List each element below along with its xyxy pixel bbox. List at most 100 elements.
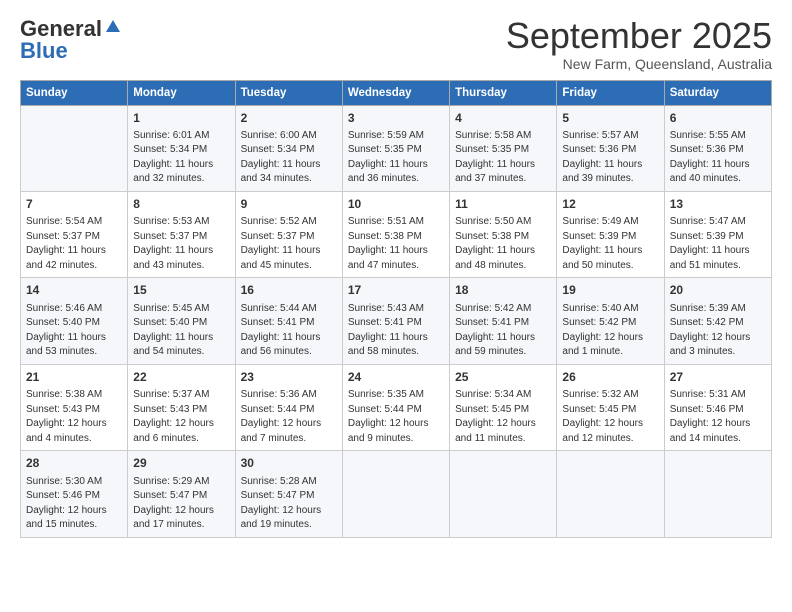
- calendar-cell: [450, 451, 557, 537]
- logo: General Blue: [20, 16, 122, 64]
- calendar-cell: 26 Sunrise: 5:32 AMSunset: 5:45 PMDayligh…: [557, 364, 664, 450]
- calendar-week-row: 7 Sunrise: 5:54 AMSunset: 5:37 PMDaylight…: [21, 191, 772, 277]
- calendar-cell: 1Sunrise: 6:01 AMSunset: 5:34 PMDaylight…: [128, 105, 235, 191]
- calendar-cell: 6 Sunrise: 5:55 AMSunset: 5:36 PMDaylight…: [664, 105, 771, 191]
- cell-content: Sunrise: 5:31 AMSunset: 5:46 PMDaylight:…: [670, 388, 766, 446]
- day-number: 20: [670, 282, 766, 299]
- cell-content: Sunrise: 5:55 AMSunset: 5:36 PMDaylight:…: [670, 129, 766, 187]
- calendar-cell: 30 Sunrise: 5:28 AMSunset: 5:47 PMDayligh…: [235, 451, 342, 537]
- calendar-week-row: 14 Sunrise: 5:46 AMSunset: 5:40 PMDayligh…: [21, 278, 772, 364]
- day-number: 14: [26, 282, 122, 299]
- day-of-week-header: Monday: [128, 80, 235, 105]
- cell-content: Sunrise: 5:40 AMSunset: 5:42 PMDaylight:…: [562, 302, 658, 360]
- day-number: 22: [133, 369, 229, 386]
- cell-content: Sunrise: 5:36 AMSunset: 5:44 PMDaylight:…: [241, 388, 337, 446]
- calendar-cell: 16Sunrise: 5:44 AMSunset: 5:41 PMDayligh…: [235, 278, 342, 364]
- cell-content: Sunrise: 5:46 AMSunset: 5:40 PMDaylight:…: [26, 302, 122, 360]
- month-title: September 2025: [506, 16, 772, 56]
- day-number: 2: [241, 110, 337, 127]
- cell-content: Sunrise: 5:43 AMSunset: 5:41 PMDaylight:…: [348, 302, 444, 360]
- calendar-cell: 23 Sunrise: 5:36 AMSunset: 5:44 PMDayligh…: [235, 364, 342, 450]
- day-number: 25: [455, 369, 551, 386]
- logo-icon: [104, 18, 122, 36]
- cell-content: Sunrise: 5:54 AMSunset: 5:37 PMDaylight:…: [26, 215, 122, 273]
- cell-content: Sunrise: 5:53 AMSunset: 5:37 PMDaylight:…: [133, 215, 229, 273]
- day-number: 30: [241, 455, 337, 472]
- calendar-cell: 4 Sunrise: 5:58 AMSunset: 5:35 PMDaylight…: [450, 105, 557, 191]
- cell-content: Sunrise: 5:44 AMSunset: 5:41 PMDaylight:…: [241, 302, 337, 360]
- cell-content: Sunrise: 5:47 AMSunset: 5:39 PMDaylight:…: [670, 215, 766, 273]
- logo-blue-text: Blue: [20, 38, 68, 64]
- cell-content: Sunrise: 5:28 AMSunset: 5:47 PMDaylight:…: [241, 475, 337, 533]
- cell-content: Sunrise: 5:52 AMSunset: 5:37 PMDaylight:…: [241, 215, 337, 273]
- day-number: 21: [26, 369, 122, 386]
- day-number: 28: [26, 455, 122, 472]
- calendar-cell: 9 Sunrise: 5:52 AMSunset: 5:37 PMDaylight…: [235, 191, 342, 277]
- cell-content: Sunrise: 5:58 AMSunset: 5:35 PMDaylight:…: [455, 129, 551, 187]
- calendar-cell: 17 Sunrise: 5:43 AMSunset: 5:41 PMDayligh…: [342, 278, 449, 364]
- cell-content: Sunrise: 5:51 AMSunset: 5:38 PMDaylight:…: [348, 215, 444, 273]
- calendar-cell: 2 Sunrise: 6:00 AMSunset: 5:34 PMDaylight…: [235, 105, 342, 191]
- calendar-cell: 15 Sunrise: 5:45 AMSunset: 5:40 PMDayligh…: [128, 278, 235, 364]
- calendar-table: SundayMondayTuesdayWednesdayThursdayFrid…: [20, 80, 772, 538]
- calendar-cell: 29Sunrise: 5:29 AMSunset: 5:47 PMDayligh…: [128, 451, 235, 537]
- cell-content: Sunrise: 5:34 AMSunset: 5:45 PMDaylight:…: [455, 388, 551, 446]
- day-of-week-header: Friday: [557, 80, 664, 105]
- day-number: 12: [562, 196, 658, 213]
- cell-content: Sunrise: 5:42 AMSunset: 5:41 PMDaylight:…: [455, 302, 551, 360]
- calendar-cell: 27 Sunrise: 5:31 AMSunset: 5:46 PMDayligh…: [664, 364, 771, 450]
- calendar-cell: 21 Sunrise: 5:38 AMSunset: 5:43 PMDayligh…: [21, 364, 128, 450]
- day-number: 27: [670, 369, 766, 386]
- calendar-header-row: SundayMondayTuesdayWednesdayThursdayFrid…: [21, 80, 772, 105]
- day-number: 5: [562, 110, 658, 127]
- day-number: 7: [26, 196, 122, 213]
- day-of-week-header: Saturday: [664, 80, 771, 105]
- day-of-week-header: Tuesday: [235, 80, 342, 105]
- day-number: 10: [348, 196, 444, 213]
- cell-content: Sunrise: 5:35 AMSunset: 5:44 PMDaylight:…: [348, 388, 444, 446]
- calendar-cell: 5Sunrise: 5:57 AMSunset: 5:36 PMDaylight…: [557, 105, 664, 191]
- title-block: September 2025 New Farm, Queensland, Aus…: [506, 16, 772, 72]
- calendar-cell: 13 Sunrise: 5:47 AMSunset: 5:39 PMDayligh…: [664, 191, 771, 277]
- day-number: 15: [133, 282, 229, 299]
- cell-content: Sunrise: 5:32 AMSunset: 5:45 PMDaylight:…: [562, 388, 658, 446]
- cell-content: Sunrise: 6:00 AMSunset: 5:34 PMDaylight:…: [241, 129, 337, 187]
- day-number: 23: [241, 369, 337, 386]
- day-number: 26: [562, 369, 658, 386]
- day-number: 17: [348, 282, 444, 299]
- day-number: 4: [455, 110, 551, 127]
- page-header: General Blue September 2025 New Farm, Qu…: [20, 16, 772, 72]
- cell-content: Sunrise: 5:29 AMSunset: 5:47 PMDaylight:…: [133, 475, 229, 533]
- day-number: 18: [455, 282, 551, 299]
- cell-content: Sunrise: 5:38 AMSunset: 5:43 PMDaylight:…: [26, 388, 122, 446]
- day-number: 6: [670, 110, 766, 127]
- calendar-cell: 20 Sunrise: 5:39 AMSunset: 5:42 PMDayligh…: [664, 278, 771, 364]
- cell-content: Sunrise: 6:01 AMSunset: 5:34 PMDaylight:…: [133, 129, 229, 187]
- calendar-cell: 24 Sunrise: 5:35 AMSunset: 5:44 PMDayligh…: [342, 364, 449, 450]
- calendar-cell: [557, 451, 664, 537]
- calendar-cell: 12Sunrise: 5:49 AMSunset: 5:39 PMDayligh…: [557, 191, 664, 277]
- day-number: 13: [670, 196, 766, 213]
- cell-content: Sunrise: 5:50 AMSunset: 5:38 PMDaylight:…: [455, 215, 551, 273]
- day-of-week-header: Wednesday: [342, 80, 449, 105]
- calendar-cell: 11Sunrise: 5:50 AMSunset: 5:38 PMDayligh…: [450, 191, 557, 277]
- calendar-cell: 19 Sunrise: 5:40 AMSunset: 5:42 PMDayligh…: [557, 278, 664, 364]
- calendar-week-row: 28 Sunrise: 5:30 AMSunset: 5:46 PMDayligh…: [21, 451, 772, 537]
- calendar-cell: 10 Sunrise: 5:51 AMSunset: 5:38 PMDayligh…: [342, 191, 449, 277]
- day-number: 9: [241, 196, 337, 213]
- cell-content: Sunrise: 5:59 AMSunset: 5:35 PMDaylight:…: [348, 129, 444, 187]
- cell-content: Sunrise: 5:30 AMSunset: 5:46 PMDaylight:…: [26, 475, 122, 533]
- calendar-week-row: 1Sunrise: 6:01 AMSunset: 5:34 PMDaylight…: [21, 105, 772, 191]
- day-of-week-header: Sunday: [21, 80, 128, 105]
- day-number: 24: [348, 369, 444, 386]
- cell-content: Sunrise: 5:45 AMSunset: 5:40 PMDaylight:…: [133, 302, 229, 360]
- calendar-cell: 14 Sunrise: 5:46 AMSunset: 5:40 PMDayligh…: [21, 278, 128, 364]
- calendar-cell: [664, 451, 771, 537]
- cell-content: Sunrise: 5:37 AMSunset: 5:43 PMDaylight:…: [133, 388, 229, 446]
- calendar-cell: 8 Sunrise: 5:53 AMSunset: 5:37 PMDaylight…: [128, 191, 235, 277]
- day-number: 8: [133, 196, 229, 213]
- location-title: New Farm, Queensland, Australia: [506, 56, 772, 72]
- cell-content: Sunrise: 5:39 AMSunset: 5:42 PMDaylight:…: [670, 302, 766, 360]
- calendar-cell: 25 Sunrise: 5:34 AMSunset: 5:45 PMDayligh…: [450, 364, 557, 450]
- day-number: 19: [562, 282, 658, 299]
